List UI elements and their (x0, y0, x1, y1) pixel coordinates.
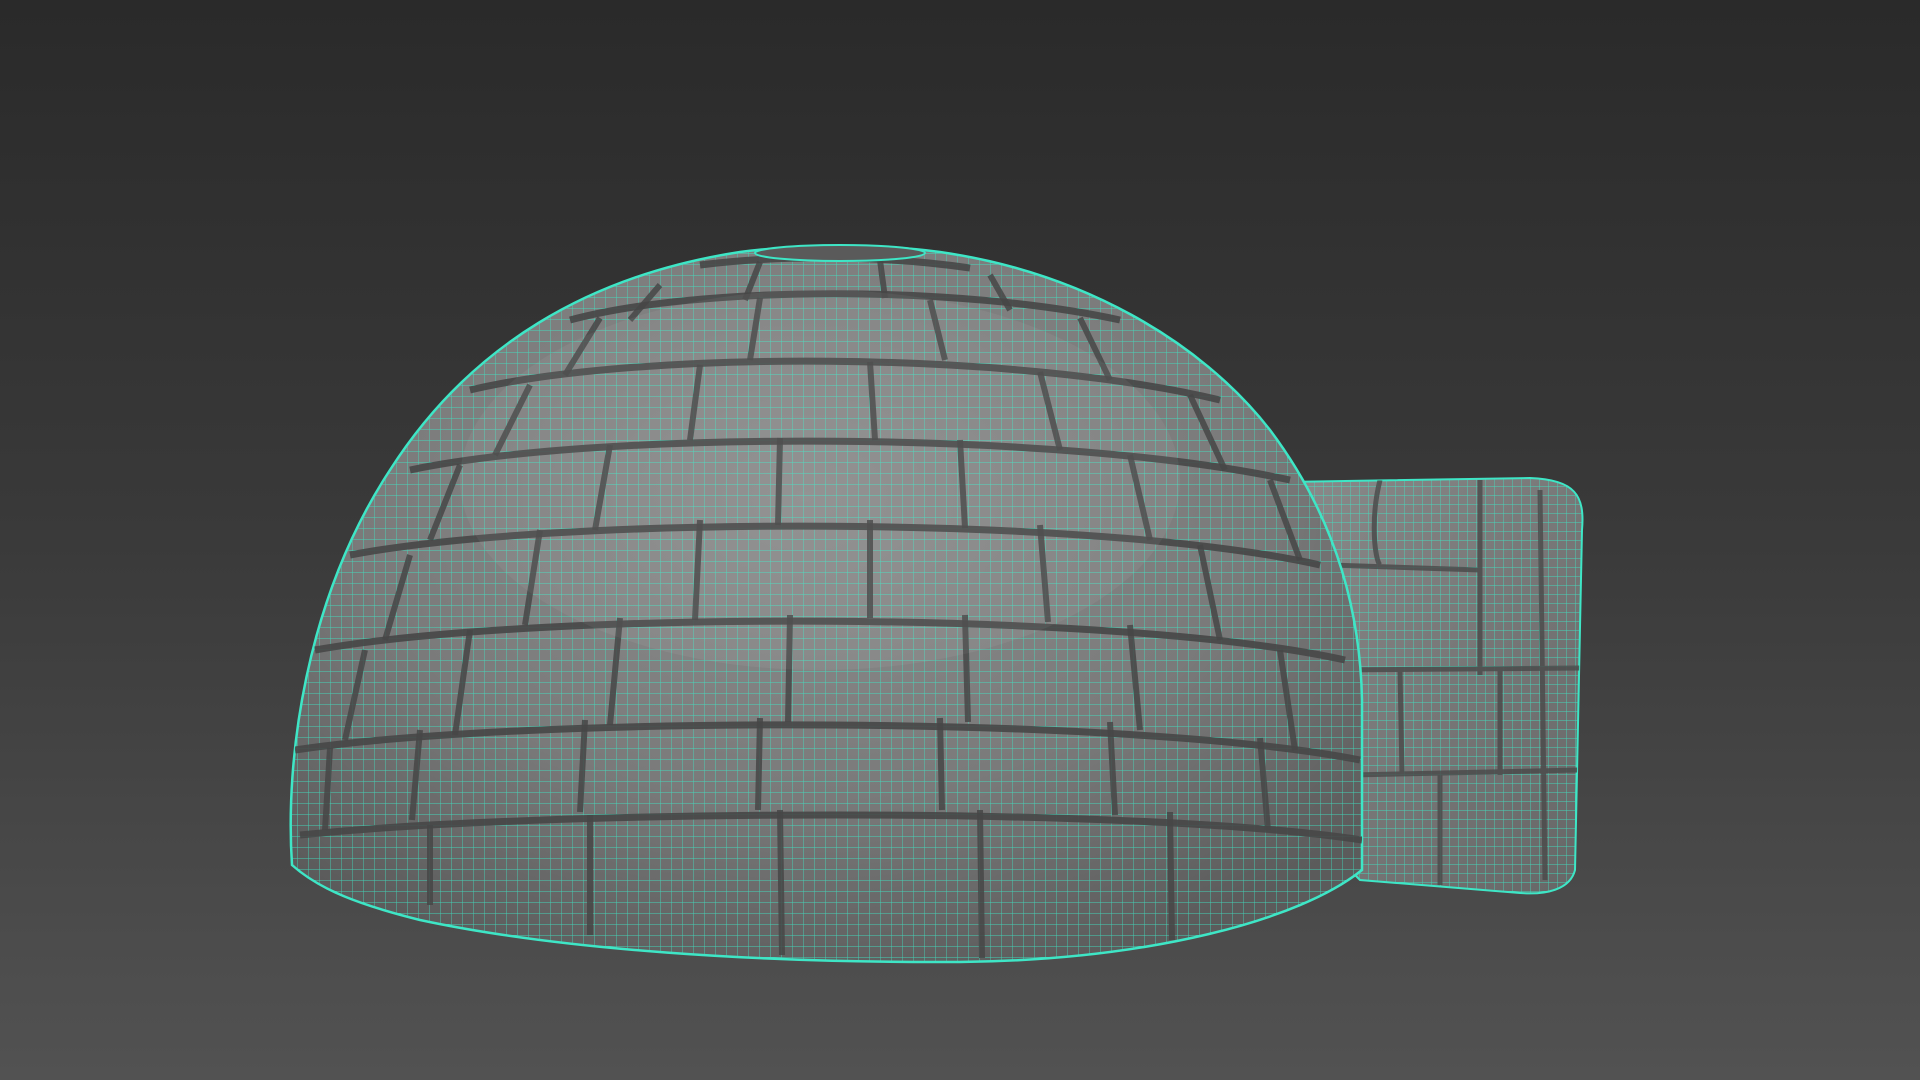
igloo-scene (289, 244, 1584, 964)
igloo-dome (289, 244, 1364, 964)
3d-viewport[interactable] (0, 0, 1920, 1080)
